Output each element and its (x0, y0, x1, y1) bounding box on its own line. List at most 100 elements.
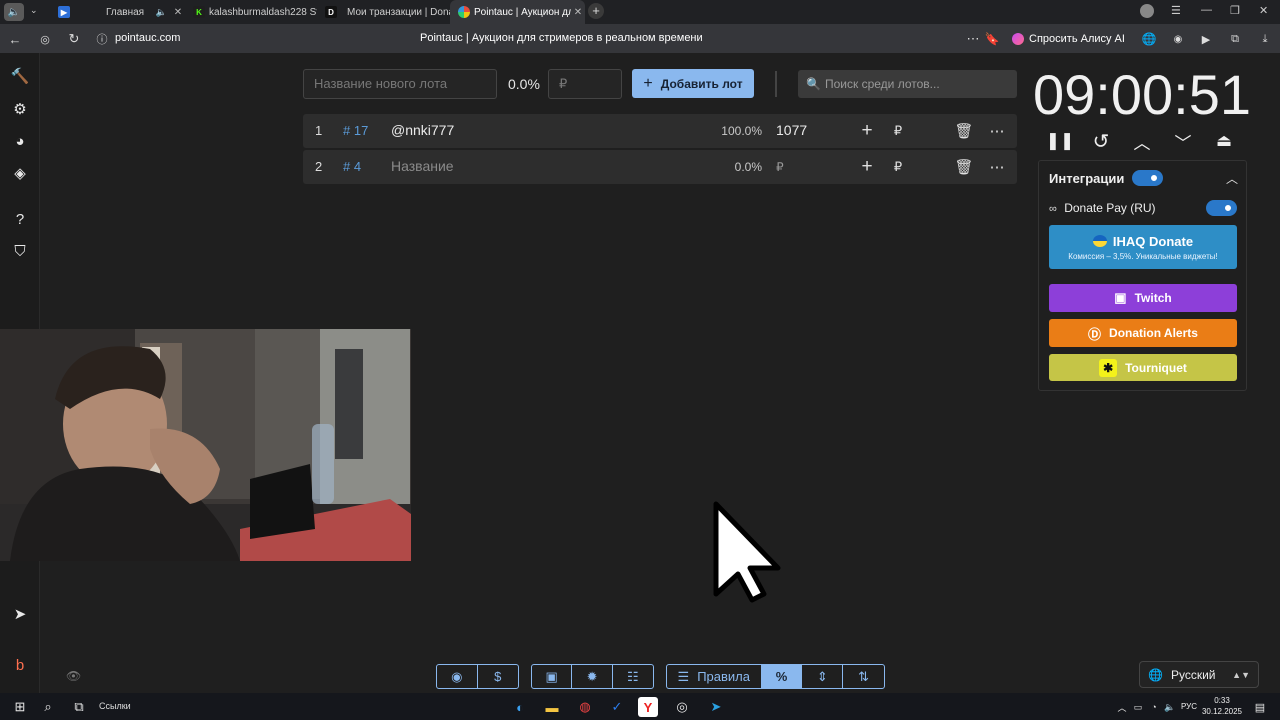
clock[interactable]: 0:33 30.12.2025 (1200, 695, 1244, 717)
browser-tab-bar: 🔈 ⌄ ▶ Главная 🔈 ✕ K kalashburmaldash228 … (0, 0, 1280, 24)
layers-icon[interactable]: ◈ (10, 163, 30, 183)
tab-main[interactable]: ▶ Главная 🔈 ✕ (50, 0, 185, 24)
close-icon[interactable]: ✕ (171, 7, 185, 18)
pause-icon[interactable]: ❚❚ (1046, 128, 1075, 154)
dollar-icon[interactable]: $ (478, 665, 519, 688)
lot-amount[interactable]: 1077 (776, 122, 807, 138)
tourniquet-button[interactable]: ✱ Tourniquet (1049, 354, 1237, 381)
currency-icon[interactable]: ₽ (887, 156, 909, 178)
avatar[interactable] (1140, 4, 1154, 18)
alice-button[interactable]: Спросить Алису AI (1008, 28, 1133, 49)
lot-name[interactable]: Название (391, 158, 454, 174)
more-icon[interactable]: ⋯ (986, 156, 1008, 178)
currency-icon[interactable]: ₽ (887, 120, 909, 142)
telegram-icon[interactable]: ➤ (10, 604, 30, 624)
more-icon[interactable]: ⋯ (963, 29, 983, 49)
search-input[interactable]: 🔍 Поиск среди лотов... (798, 70, 1017, 98)
url-field[interactable]: pointauc.com (115, 32, 180, 44)
audio-icon[interactable]: 🔈 (4, 3, 24, 21)
more-icon[interactable]: ⋯ (986, 120, 1008, 142)
minimize-icon[interactable]: — (1201, 4, 1212, 16)
sort-icon[interactable]: ⇅ (843, 665, 884, 688)
volume-icon[interactable]: 🔈 (1160, 697, 1180, 717)
ihaq-donate-button[interactable]: IHAQ Donate Комиссия – 3,5%. Уникальные … (1049, 225, 1237, 269)
links-toolbar[interactable]: Ссылки (99, 701, 131, 711)
translate-icon[interactable]: 🌐 (1139, 29, 1159, 49)
tab-pointauc[interactable]: Pointauc | Аукцион для ✕ (450, 0, 585, 24)
ihaq-icon (1092, 235, 1107, 247)
tab-kick[interactable]: K kalashburmaldash228 Stre (185, 0, 317, 24)
reset-icon[interactable]: ↺ (1088, 128, 1114, 154)
new-lot-name-input[interactable]: Название нового лота (303, 69, 497, 99)
new-tab-button[interactable]: + (588, 3, 604, 19)
donate-pay-toggle[interactable] (1206, 200, 1237, 216)
chrome-icon[interactable]: ◍ (575, 697, 595, 717)
telegram-icon[interactable]: ➤ (706, 697, 726, 717)
add-lot-button[interactable]: + Добавить лот (632, 69, 754, 98)
menu-icon[interactable]: ☰ (1171, 4, 1181, 17)
collections-icon[interactable]: ⧉ (1225, 29, 1245, 49)
rules-button[interactable]: ☰ Правила (667, 665, 762, 688)
tab-donate[interactable]: D Мои транзакции | Donate (317, 0, 450, 24)
integrations-toggle[interactable] (1132, 170, 1163, 186)
close-icon[interactable]: ✕ (571, 7, 585, 18)
explorer-icon[interactable]: ▬ (542, 697, 562, 717)
edge-icon[interactable]: ◐ (510, 697, 530, 717)
search-icon[interactable]: ⌕ (38, 697, 58, 717)
gavel-icon[interactable]: 🔨 (10, 66, 30, 86)
maximize-icon[interactable]: ❐ (1230, 4, 1240, 17)
divider (775, 71, 777, 97)
double-chevron-up-icon[interactable]: ⏏ (1211, 128, 1237, 154)
keyboard-language[interactable]: РУС (1181, 702, 1197, 711)
language-select[interactable]: 🌐 Русский ▲▼ (1139, 661, 1259, 688)
actions-group: ▣ ✹ ☷ (531, 664, 654, 689)
obs-icon[interactable]: ◎ (672, 697, 692, 717)
close-window-icon[interactable]: ✕ (1259, 4, 1268, 17)
extension-icon[interactable]: ◉ (1168, 29, 1188, 49)
wheel-icon[interactable]: ◕ (10, 131, 30, 151)
gear-icon[interactable]: ⚙ (10, 99, 30, 119)
media-icon[interactable]: ▶ (1196, 29, 1216, 49)
lot-amount[interactable]: ₽ (776, 160, 784, 174)
boosty-icon[interactable]: b (10, 655, 30, 675)
help-icon[interactable]: ? (10, 209, 30, 229)
reload-icon[interactable]: ↻ (64, 29, 84, 49)
task-view-icon[interactable]: ⧉ (69, 697, 89, 717)
trash-icon[interactable]: 🗑 (953, 120, 975, 142)
lot-row: 1 # 17 @nnki777 100.0% 1077 + ₽ 🗑 ⋯ (303, 114, 1017, 148)
compress-icon[interactable]: ⇕ (802, 665, 844, 688)
github-icon[interactable]: ◉ (437, 665, 478, 688)
donation-alerts-button[interactable]: Ⓓ Donation Alerts (1049, 319, 1237, 347)
eye-icon[interactable]: 👁 (66, 669, 81, 683)
lot-name[interactable]: @nnki777 (391, 122, 454, 138)
clear-list-icon[interactable]: ☷ (613, 665, 653, 688)
cursor-icon (713, 501, 781, 603)
lot-id: # 4 (343, 159, 362, 174)
notifications-icon[interactable]: ▤ (1250, 697, 1270, 717)
twitch-button[interactable]: ▣ Twitch (1049, 284, 1237, 312)
new-lot-amount-input[interactable]: ₽ (548, 69, 622, 99)
bug-icon[interactable]: ✹ (572, 665, 613, 688)
yandex-icon[interactable]: Y (638, 697, 658, 717)
site-info-icon[interactable]: ⓘ (92, 29, 112, 49)
plus-icon: + (643, 74, 653, 92)
back-icon[interactable]: ← (5, 29, 25, 49)
protect-icon[interactable]: ◎ (35, 29, 55, 49)
chevron-down-icon[interactable]: ﹀ (1170, 128, 1196, 154)
chevron-up-icon[interactable]: ︿ (1226, 170, 1238, 187)
bookmark-icon[interactable]: 🔖 (982, 29, 1002, 49)
app-icon[interactable]: ✓ (607, 697, 627, 717)
speaker-icon[interactable]: 🔈 (156, 7, 167, 18)
shield-icon[interactable]: ⛉ (10, 241, 30, 261)
add-amount-icon[interactable]: + (856, 156, 878, 178)
windows-start-icon[interactable]: ⊞ (10, 697, 30, 717)
downloads-icon[interactable]: ⤓ (1255, 29, 1275, 49)
add-amount-icon[interactable]: + (856, 120, 878, 142)
lot-id: # 17 (343, 123, 369, 138)
save-icon[interactable]: ▣ (532, 665, 573, 688)
chevron-up-icon[interactable]: ︿ (1129, 128, 1155, 154)
percent-toggle[interactable]: % (761, 665, 803, 688)
trash-icon[interactable]: 🗑 (953, 156, 975, 178)
chevron-down-icon[interactable]: ⌄ (30, 5, 38, 16)
video-icon: ▶ (58, 6, 70, 18)
